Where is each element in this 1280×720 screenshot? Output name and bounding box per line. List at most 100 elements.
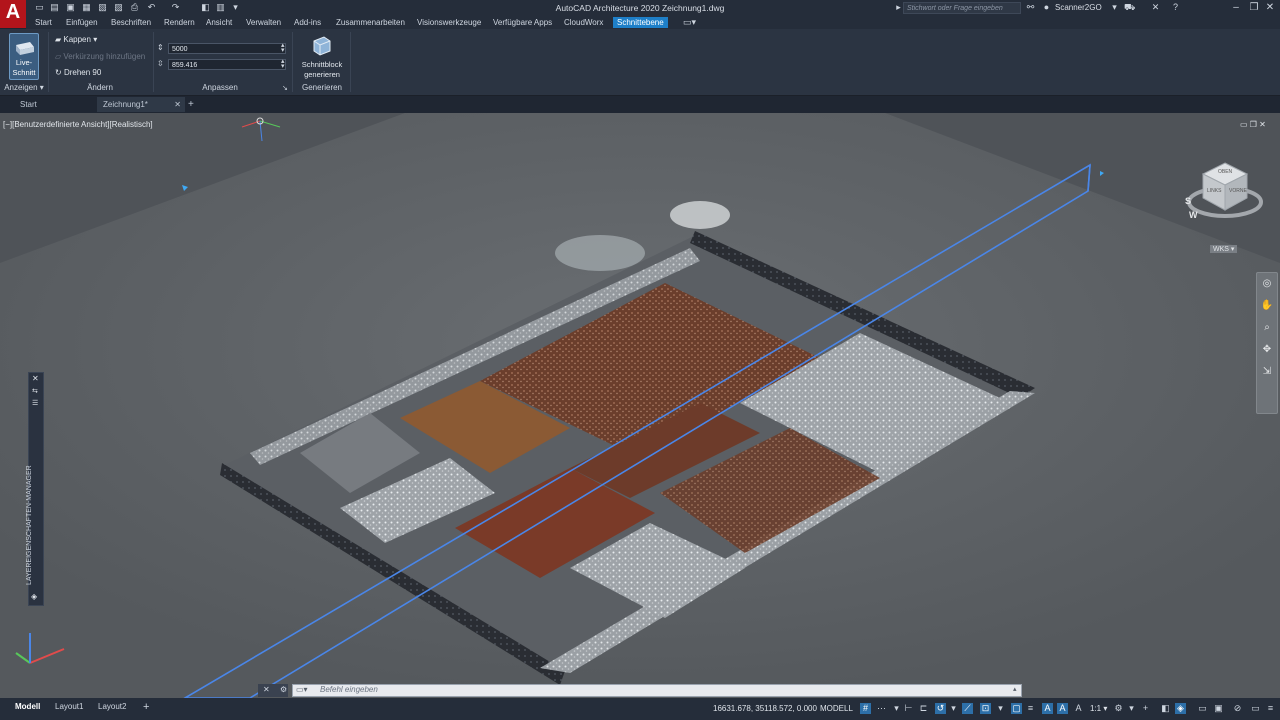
markup-icon[interactable]: ▥ (215, 2, 226, 13)
isometric-icon[interactable]: ⟋ (962, 703, 973, 714)
open-icon[interactable]: ▤ (49, 2, 60, 13)
polar-tracking-icon[interactable]: ↺ (935, 703, 946, 714)
restore-icon[interactable]: ❐ (1248, 2, 1260, 14)
close-icon[interactable]: ✕ (1264, 2, 1276, 14)
print-icon[interactable]: ⎙ (129, 2, 140, 13)
compass-west[interactable]: W (1189, 210, 1198, 220)
section-thickness-field[interactable]: 859.416 (168, 59, 286, 70)
annotation-monitor-icon[interactable]: + (1140, 703, 1151, 714)
save-as-icon[interactable]: ▦ (81, 2, 92, 13)
model-space-toggle[interactable]: MODELL (820, 704, 853, 713)
compass-south[interactable]: S (1185, 196, 1191, 206)
units-icon[interactable]: ⊘ (1232, 703, 1243, 714)
layout-tab-layout2[interactable]: Layout2 (93, 700, 131, 714)
user-dropdown-icon[interactable]: ▾ (1109, 2, 1120, 13)
file-tab-start[interactable]: Start (14, 97, 43, 112)
palette-close-icon[interactable]: ✕ (32, 374, 39, 383)
annotation-scale-icon[interactable]: A (1073, 703, 1084, 714)
workspace-dropdown-icon[interactable]: ▾ (1126, 703, 1137, 714)
object-snap-tracking-icon[interactable]: ⊡ (980, 703, 991, 714)
file-tab-drawing[interactable]: Zeichnung1* ✕ (97, 97, 185, 112)
cap-button[interactable]: ▰ Kappen ▾ (55, 35, 97, 44)
command-prompt-icon[interactable]: ▭▾ (296, 685, 308, 694)
snap-dropdown-icon[interactable]: ▾ (891, 703, 902, 714)
command-close-icon[interactable]: ✕ (263, 685, 270, 694)
rotate-90-button[interactable]: ↻ Drehen 90 (55, 68, 101, 77)
ribbon-tab-verwalten[interactable]: Verwalten (242, 17, 285, 28)
annotation-visibility-icon[interactable]: A (1042, 703, 1053, 714)
lineweight-icon[interactable]: ≡ (1025, 703, 1036, 714)
layout-tab-modell[interactable]: Modell (10, 700, 45, 714)
undo-icon[interactable]: ↶ (146, 2, 157, 13)
ribbon-options-icon[interactable]: ▭▾ (683, 17, 696, 28)
customize-qat-icon[interactable]: ▾ (230, 2, 241, 13)
generate-section-block-button[interactable]: Schnittblock generieren (296, 33, 348, 81)
section-offset-field[interactable]: 5000 (168, 43, 286, 54)
cart-icon[interactable]: ⛟ (1124, 2, 1135, 13)
workspace-icon[interactable]: ⚙ (1113, 703, 1124, 714)
ribbon-tab-zusammenarbeiten[interactable]: Zusammenarbeiten (332, 17, 409, 28)
customization-icon[interactable]: ≡ (1265, 703, 1276, 714)
wcs-menu[interactable]: WKS ▾ (1210, 245, 1238, 253)
dynamic-input-icon[interactable]: ⊏ (918, 703, 929, 714)
user-name[interactable]: Scanner2GO (1055, 3, 1102, 12)
ribbon-tab-einf-gen[interactable]: Einfügen (62, 17, 102, 28)
search-input[interactable]: Stichwort oder Frage eingeben (903, 2, 1021, 14)
minimize-icon[interactable]: – (1230, 2, 1242, 14)
ribbon-tab-schnittebene[interactable]: Schnittebene (613, 17, 668, 28)
panel-title-anzeigen[interactable]: Anzeigen ▾ (2, 83, 46, 94)
save-icon[interactable]: ▣ (65, 2, 76, 13)
ribbon-tab-rendern[interactable]: Rendern (160, 17, 199, 28)
nav-bar-icons[interactable]: ◎ ✋ ⌕ ✥ ⇲ (1257, 273, 1277, 383)
save-web-icon[interactable]: ▨ (113, 2, 124, 13)
new-icon[interactable]: ▭ (34, 2, 45, 13)
osnap-dropdown-icon[interactable]: ▾ (995, 703, 1006, 714)
thickness-spinner-icon[interactable]: ▴ ▾ (281, 58, 285, 70)
command-input[interactable] (292, 684, 1022, 697)
ribbon-tab-cloudworx[interactable]: CloudWorx (560, 17, 607, 28)
user-icon[interactable]: ● (1041, 2, 1052, 13)
close-tab-icon[interactable]: ✕ (174, 97, 181, 112)
open-web-icon[interactable]: ▧ (97, 2, 108, 13)
new-tab-button[interactable]: + (182, 97, 200, 112)
isolate-objects-icon[interactable]: ◧ (1160, 703, 1171, 714)
autoscale-icon[interactable]: A (1057, 703, 1068, 714)
ribbon-tab-visionswerkzeuge[interactable]: Visionswerkzeuge (413, 17, 485, 28)
ribbon-tab-verf-gbare-apps[interactable]: Verfügbare Apps (489, 17, 556, 28)
coordinate-display[interactable]: 16631.678, 35118.572, 0.000 (713, 704, 817, 713)
palette-autohide-icon[interactable]: ⇆ (32, 387, 38, 395)
ribbon-tab-ansicht[interactable]: Ansicht (202, 17, 236, 28)
drawing-viewport[interactable] (0, 113, 1280, 698)
viewcube[interactable]: OBEN LINKS VORNE W S (1185, 158, 1265, 228)
quick-properties-icon[interactable]: ▣ (1213, 703, 1224, 714)
grid-icon[interactable]: # (860, 703, 871, 714)
hardware-acceleration-icon[interactable]: ◈ (1175, 703, 1186, 714)
navigation-bar[interactable]: ◎ ✋ ⌕ ✥ ⇲ (1256, 272, 1278, 414)
viewport-controls-label[interactable]: [−][Benutzerdefinierte Ansicht][Realisti… (3, 120, 153, 129)
application-menu-button[interactable]: A (0, 0, 26, 28)
command-history-icon[interactable]: ▴ (1013, 685, 1017, 693)
fullscreen-icon[interactable]: ▭ (1250, 703, 1261, 714)
exchange-icon[interactable]: ✕ (1150, 2, 1161, 13)
ribbon-tab-add-ins[interactable]: Add-ins (290, 17, 325, 28)
offset-spinner-icon[interactable]: ▴ ▾ (281, 42, 285, 54)
help-icon[interactable]: ? (1170, 2, 1181, 13)
3d-osnap-icon[interactable]: ▢ (1011, 703, 1022, 714)
layout-tab-layout1[interactable]: Layout1 (50, 700, 88, 714)
command-customize-icon[interactable]: ⚙ (280, 685, 287, 694)
add-layout-button[interactable]: + (138, 700, 154, 714)
snap-icon[interactable]: ⋯ (876, 703, 887, 714)
polar-dropdown-icon[interactable]: ▾ (948, 703, 959, 714)
ribbon-tab-beschriften[interactable]: Beschriften (107, 17, 155, 28)
clean-screen-icon[interactable]: ▭ (1197, 703, 1208, 714)
palette-properties-icon[interactable]: ☰ (32, 399, 38, 407)
ribbon-tab-start[interactable]: Start (31, 17, 56, 28)
redo-icon[interactable]: ↷ (170, 2, 181, 13)
infer-constraints-icon[interactable]: ⊢ (903, 703, 914, 714)
binoculars-icon[interactable]: ⚯ (1025, 2, 1036, 13)
add-jog-button[interactable]: ▱ Verkürzung hinzufügen (55, 52, 145, 61)
annotation-scale[interactable]: 1:1 ▾ (1090, 704, 1107, 713)
share-icon[interactable]: ◧ (200, 2, 211, 13)
viewport-window-controls[interactable]: ▭ ❐ ✕ (1240, 120, 1266, 129)
panel-launcher-icon[interactable]: ↘ (282, 84, 288, 92)
